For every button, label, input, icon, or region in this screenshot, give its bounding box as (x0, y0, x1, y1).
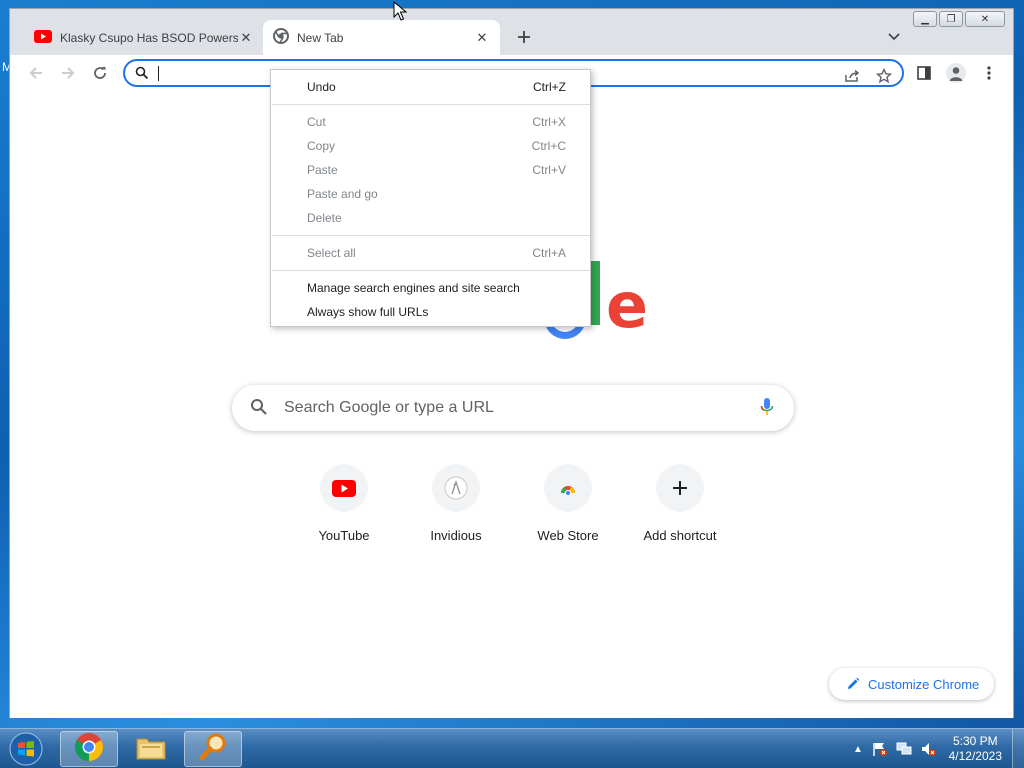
windows-taskbar: ▲ 5:30 PM 4/12/2023 (0, 728, 1024, 768)
search-placeholder: Search Google or type a URL (284, 399, 494, 416)
menu-item-paste-and-go[interactable]: Paste and go (271, 182, 590, 206)
menu-item-label: Cut (307, 115, 326, 129)
pencil-icon (846, 677, 860, 691)
menu-separator (272, 235, 590, 236)
shortcut-add[interactable]: Add shortcut (624, 464, 736, 543)
more-menu-icon[interactable] (977, 61, 1001, 85)
close-tab-icon[interactable]: ✕ (474, 30, 490, 46)
youtube-icon (34, 29, 52, 46)
network-icon[interactable] (896, 741, 912, 757)
back-arrow-icon[interactable] (24, 61, 48, 85)
youtube-icon (320, 464, 368, 512)
tab-strip: Klasky Csupo Has BSOD Powers ✕ New Tab ✕… (10, 9, 1013, 55)
tab-new-tab[interactable]: New Tab ✕ (263, 20, 500, 55)
menu-separator (272, 104, 590, 105)
web-store-icon (544, 464, 592, 512)
shortcut-youtube[interactable]: YouTube (288, 464, 400, 543)
system-tray: ▲ 5:30 PM 4/12/2023 (834, 729, 1024, 768)
google-logo-e: e (606, 269, 649, 342)
invidious-icon (432, 464, 480, 512)
google-search-box[interactable]: Search Google or type a URL (232, 385, 794, 431)
shortcut-label: YouTube (318, 528, 370, 543)
side-panel-icon[interactable] (912, 61, 936, 85)
shortcut-invidious[interactable]: Invidious (400, 464, 512, 543)
menu-item-label: Undo (307, 80, 336, 94)
clock-date: 4/12/2023 (948, 749, 1002, 763)
close-tab-icon[interactable]: ✕ (238, 30, 254, 46)
menu-item-paste[interactable]: Paste Ctrl+V (271, 158, 590, 182)
shortcut-label: Web Store (537, 528, 599, 543)
show-desktop-button[interactable] (1012, 729, 1024, 768)
plus-icon (656, 464, 704, 512)
menu-item-label: Select all (307, 246, 356, 260)
menu-item-label: Manage search engines and site search (307, 281, 520, 295)
menu-item-label: Paste (307, 163, 338, 177)
menu-item-always-show-full-urls[interactable]: Always show full URLs (271, 300, 590, 324)
search-icon (250, 398, 268, 421)
tab-youtube-video[interactable]: Klasky Csupo Has BSOD Powers ✕ (24, 20, 264, 55)
shortcut-label: Invidious (430, 528, 482, 543)
new-tab-button[interactable] (512, 25, 536, 49)
reload-icon[interactable] (88, 61, 112, 85)
menu-item-cut[interactable]: Cut Ctrl+X (271, 110, 590, 134)
taskbar-file-explorer[interactable] (122, 731, 180, 767)
tab-title: Klasky Csupo Has BSOD Powers (60, 30, 238, 45)
start-button[interactable] (6, 731, 46, 767)
text-caret (158, 66, 159, 81)
tab-search-chevron-icon[interactable] (884, 27, 904, 47)
menu-item-shortcut: Ctrl+C (531, 139, 566, 153)
shortcut-label: Add shortcut (643, 528, 717, 543)
microphone-icon[interactable] (760, 397, 774, 422)
menu-item-undo[interactable]: Undo Ctrl+Z (271, 75, 590, 99)
menu-item-label: Copy (307, 139, 336, 153)
close-window-button[interactable]: ✕ (965, 11, 1005, 27)
maximize-button[interactable]: ❐ (939, 11, 963, 27)
menu-item-label: Delete (307, 211, 342, 225)
action-center-flag-icon[interactable] (872, 741, 888, 757)
share-icon[interactable] (842, 67, 862, 85)
menu-item-copy[interactable]: Copy Ctrl+C (271, 134, 590, 158)
menu-item-label: Always show full URLs (307, 305, 429, 319)
taskbar-magnifier[interactable] (184, 731, 242, 767)
menu-item-select-all[interactable]: Select all Ctrl+A (271, 241, 590, 265)
forward-arrow-icon[interactable] (56, 61, 80, 85)
menu-item-manage-search-engines[interactable]: Manage search engines and site search (271, 276, 590, 300)
menu-separator (272, 270, 590, 271)
profile-avatar-icon[interactable] (944, 61, 968, 85)
taskbar-chrome[interactable] (60, 731, 118, 767)
volume-muted-icon[interactable] (920, 741, 936, 757)
bookmark-star-icon[interactable] (874, 67, 894, 85)
menu-item-shortcut: Ctrl+V (532, 163, 566, 177)
mouse-cursor-icon (393, 0, 408, 26)
clock-time: 5:30 PM (952, 734, 998, 748)
chrome-icon (273, 28, 289, 47)
menu-item-shortcut: Ctrl+A (532, 246, 566, 260)
show-hidden-icons-icon[interactable]: ▲ (850, 741, 866, 757)
file-explorer-icon (135, 733, 167, 766)
customize-label: Customize Chrome (868, 676, 980, 692)
shortcut-web-store[interactable]: Web Store (512, 464, 624, 543)
customize-chrome-button[interactable]: Customize Chrome (829, 668, 994, 700)
menu-item-delete[interactable]: Delete (271, 206, 590, 230)
google-logo-l (590, 261, 600, 325)
magnifier-icon (197, 731, 229, 768)
window-controls: ▁ ❐ ✕ (913, 11, 1005, 27)
minimize-button[interactable]: ▁ (913, 11, 937, 27)
menu-item-shortcut: Ctrl+Z (533, 80, 566, 94)
menu-item-label: Paste and go (307, 187, 378, 201)
menu-item-shortcut: Ctrl+X (532, 115, 566, 129)
omnibox-context-menu: Undo Ctrl+Z Cut Ctrl+X Copy Ctrl+C Paste… (270, 69, 591, 327)
search-icon (135, 66, 149, 85)
tab-title: New Tab (297, 30, 344, 45)
chrome-icon (74, 732, 104, 767)
clock[interactable]: 5:30 PM 4/12/2023 (949, 734, 1002, 764)
